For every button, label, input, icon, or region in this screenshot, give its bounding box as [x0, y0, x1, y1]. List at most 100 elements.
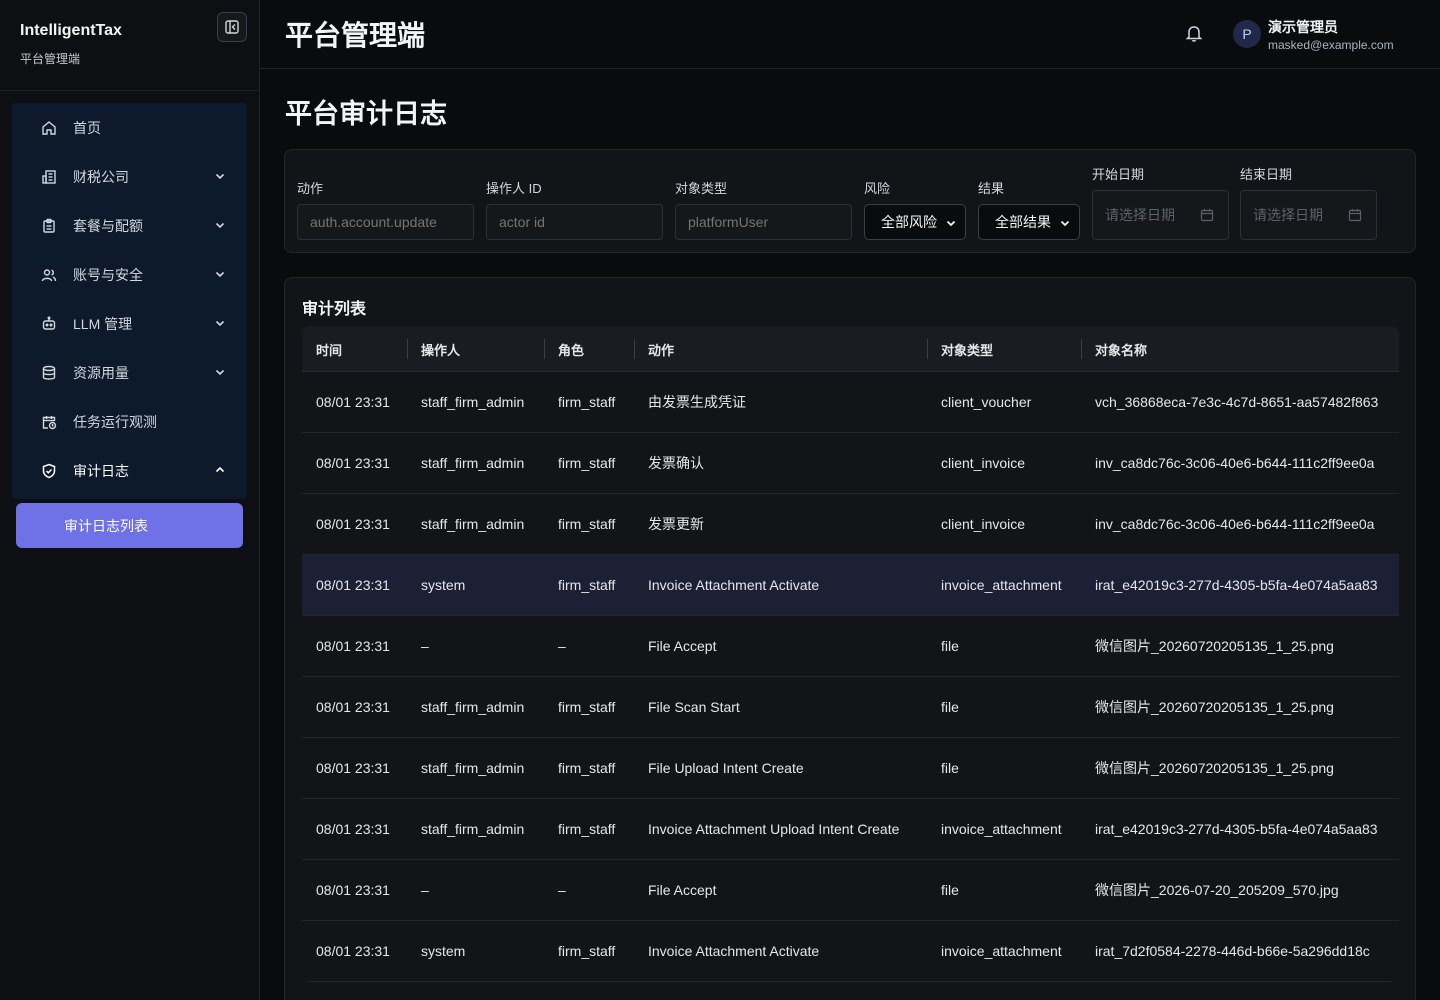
table-row[interactable]: 08/01 23:31 – – File Accept file 微信图片_2026072… — [302, 616, 1399, 677]
cell-actor: staff_firm_admin — [421, 516, 525, 532]
cell-action: Invoice Attachment Upload Intent Create — [648, 821, 900, 837]
table-row[interactable]: 08/01 23:31 staff_firm_admin firm_staff 发票更… — [302, 494, 1399, 555]
audit-list-card: 审计列表 时间 操作人 角色 动作 对象类型 对象名称 08/01 23:31 s… — [284, 277, 1416, 1000]
sidebar-item-label: 账号与安全 — [73, 266, 143, 283]
risk-select[interactable]: 全部风险 — [864, 204, 966, 240]
table-row[interactable]: 08/01 23:31 staff_firm_admin firm_staff Inv… — [302, 799, 1399, 860]
cell-role: firm_staff — [558, 516, 616, 532]
column-header-target-type[interactable]: 对象类型 — [927, 326, 1081, 372]
app-title: 平台管理端 — [285, 20, 426, 51]
cell-actor: – — [421, 882, 429, 898]
user-name: 演示管理员 — [1268, 19, 1338, 35]
cell-action: 发票确认 — [648, 455, 704, 471]
cell-role: firm_staff — [558, 577, 616, 593]
sidebar-subitem-audit-log-list[interactable]: 审计日志列表 — [16, 503, 243, 548]
calendar-icon — [1200, 209, 1214, 222]
table-row[interactable]: 08/01 23:31 system firm_staff Invoice Attac… — [302, 921, 1399, 982]
avatar[interactable]: P — [1233, 20, 1261, 48]
table-row[interactable]: 08/01 23:31 – – File Accept file 微信图片_2026-07… — [302, 860, 1399, 921]
target-type-input[interactable] — [675, 204, 852, 240]
cell-actor: system — [421, 943, 466, 959]
chevron-down-icon — [215, 369, 225, 376]
filter-panel: 动作 操作人 ID 对象类型 风险 全部风险 结果 全部结果 开始日期 请选择日… — [284, 149, 1416, 253]
cell-role: – — [558, 638, 566, 654]
column-header-time[interactable]: 时间 — [302, 326, 407, 372]
action-filter-input[interactable] — [297, 204, 474, 240]
cell-role: – — [558, 882, 566, 898]
cell-target-type: file — [941, 882, 959, 898]
cell-actor: staff_firm_admin — [421, 760, 525, 776]
risk-filter-label: 风险 — [864, 181, 891, 196]
sidebar-item-label: 套餐与配额 — [73, 217, 143, 234]
page-title: 平台审计日志 — [285, 99, 447, 129]
clipboard-icon — [40, 217, 58, 235]
home-icon — [40, 119, 58, 137]
cell-role: firm_staff — [558, 394, 616, 410]
cell-target-name: irat_e42019c3-277d-4305-b5fa-4e074a5aa83 — [1095, 821, 1378, 837]
cell-target-name: 微信图片_20260720205135_1_25.png — [1095, 760, 1334, 776]
robot-icon — [40, 315, 58, 333]
cell-time: 08/01 23:31 — [316, 577, 390, 593]
users-icon — [40, 266, 58, 284]
cell-target-name: irat_7d2f0584-2278-446d-b66e-5a296dd18c — [1095, 943, 1370, 959]
sidebar-item-usage[interactable]: 资源用量 — [12, 348, 247, 397]
sidebar-item-accounts[interactable]: 账号与安全 — [12, 250, 247, 299]
brand-name: IntelligentTax — [20, 22, 122, 39]
start-date-label: 开始日期 — [1092, 167, 1145, 182]
end-date-placeholder: 请选择日期 — [1253, 207, 1323, 223]
cell-target-type: invoice_attachment — [941, 577, 1062, 593]
sidebar-item-firms[interactable]: 财税公司 — [12, 152, 247, 201]
end-date-label: 结束日期 — [1240, 167, 1293, 182]
table-row[interactable]: 08/01 23:31 staff_firm_admin firm_staff Fil… — [302, 677, 1399, 738]
cell-actor: staff_firm_admin — [421, 699, 525, 715]
cell-actor: staff_firm_admin — [421, 394, 525, 410]
cell-time: 08/01 23:31 — [316, 943, 390, 959]
cell-target-name: 微信图片_20260720205135_1_25.png — [1095, 638, 1334, 654]
brand: IntelligentTax 平台管理端 — [0, 0, 259, 91]
sidebar-item-home[interactable]: 首页 — [12, 103, 247, 152]
collapse-sidebar-button[interactable] — [217, 12, 247, 42]
actor-id-input[interactable] — [486, 204, 663, 240]
cell-target-name: inv_ca8dc76c-3c06-40e6-b644-111c2ff9ee0a — [1095, 516, 1375, 532]
calendar-icon — [1348, 209, 1362, 222]
cell-target-name: 微信图片_2026-07-20_205209_570.jpg — [1095, 882, 1339, 898]
cell-time: 08/01 23:31 — [316, 882, 390, 898]
sidebar-item-label: 审计日志 — [73, 462, 129, 479]
sidebar-item-plans[interactable]: 套餐与配额 — [12, 201, 247, 250]
action-filter-label: 动作 — [297, 181, 324, 196]
start-date-picker[interactable]: 请选择日期 — [1092, 190, 1229, 240]
shield-check-icon — [40, 462, 58, 480]
cell-time: 08/01 23:31 — [316, 760, 390, 776]
cell-action: File Accept — [648, 638, 717, 654]
column-header-role[interactable]: 角色 — [544, 326, 634, 372]
table-row[interactable]: 08/01 23:31 system firm_staff Invoice Attac… — [302, 555, 1399, 616]
start-date-placeholder: 请选择日期 — [1105, 207, 1175, 223]
column-header-actor[interactable]: 操作人 — [407, 326, 544, 372]
cell-actor: staff_firm_admin — [421, 455, 525, 471]
column-header-action[interactable]: 动作 — [634, 326, 927, 372]
cell-target-type: file — [941, 638, 959, 654]
cell-time: 08/01 23:31 — [316, 455, 390, 471]
notifications-button[interactable] — [1184, 23, 1204, 43]
cell-action: File Upload Intent Create — [648, 760, 804, 776]
sidebar-item-label: 财税公司 — [73, 168, 129, 185]
sidebar-item-task-monitor[interactable]: 任务运行观测 — [12, 397, 247, 446]
cell-action: 发票更新 — [648, 516, 704, 532]
sidebar-item-audit-log[interactable]: 审计日志 — [12, 446, 247, 495]
end-date-picker[interactable]: 请选择日期 — [1240, 190, 1377, 240]
result-filter-label: 结果 — [978, 181, 1005, 196]
result-select[interactable]: 全部结果 — [978, 204, 1080, 240]
nav-menu: 首页 财税公司 套餐与配额 账号与安全 LLM 管理 资源用量 任务运行观测 审… — [12, 103, 247, 499]
table-row[interactable]: 08/01 23:31 staff_firm_admin firm_staff 发票确… — [302, 433, 1399, 494]
sidebar-item-label: LLM 管理 — [73, 315, 133, 332]
chevron-down-icon — [215, 271, 225, 278]
table-row[interactable]: 08/01 23:31 staff_firm_admin firm_staff Fil… — [302, 738, 1399, 799]
table-row[interactable]: 08/01 23:31 staff_firm_admin firm_staff 由发票… — [302, 372, 1399, 433]
result-select-value: 全部结果 — [995, 214, 1051, 230]
top-bar: 平台管理端 P 演示管理员 masked@example.com — [260, 0, 1440, 69]
cell-target-type: invoice_attachment — [941, 821, 1062, 837]
target-type-filter-label: 对象类型 — [675, 181, 728, 196]
sidebar-item-llm[interactable]: LLM 管理 — [12, 299, 247, 348]
column-header-target-name[interactable]: 对象名称 — [1081, 326, 1399, 372]
sidebar: IntelligentTax 平台管理端 首页 财税公司 套餐与配额 账号与安全 — [0, 0, 260, 1000]
